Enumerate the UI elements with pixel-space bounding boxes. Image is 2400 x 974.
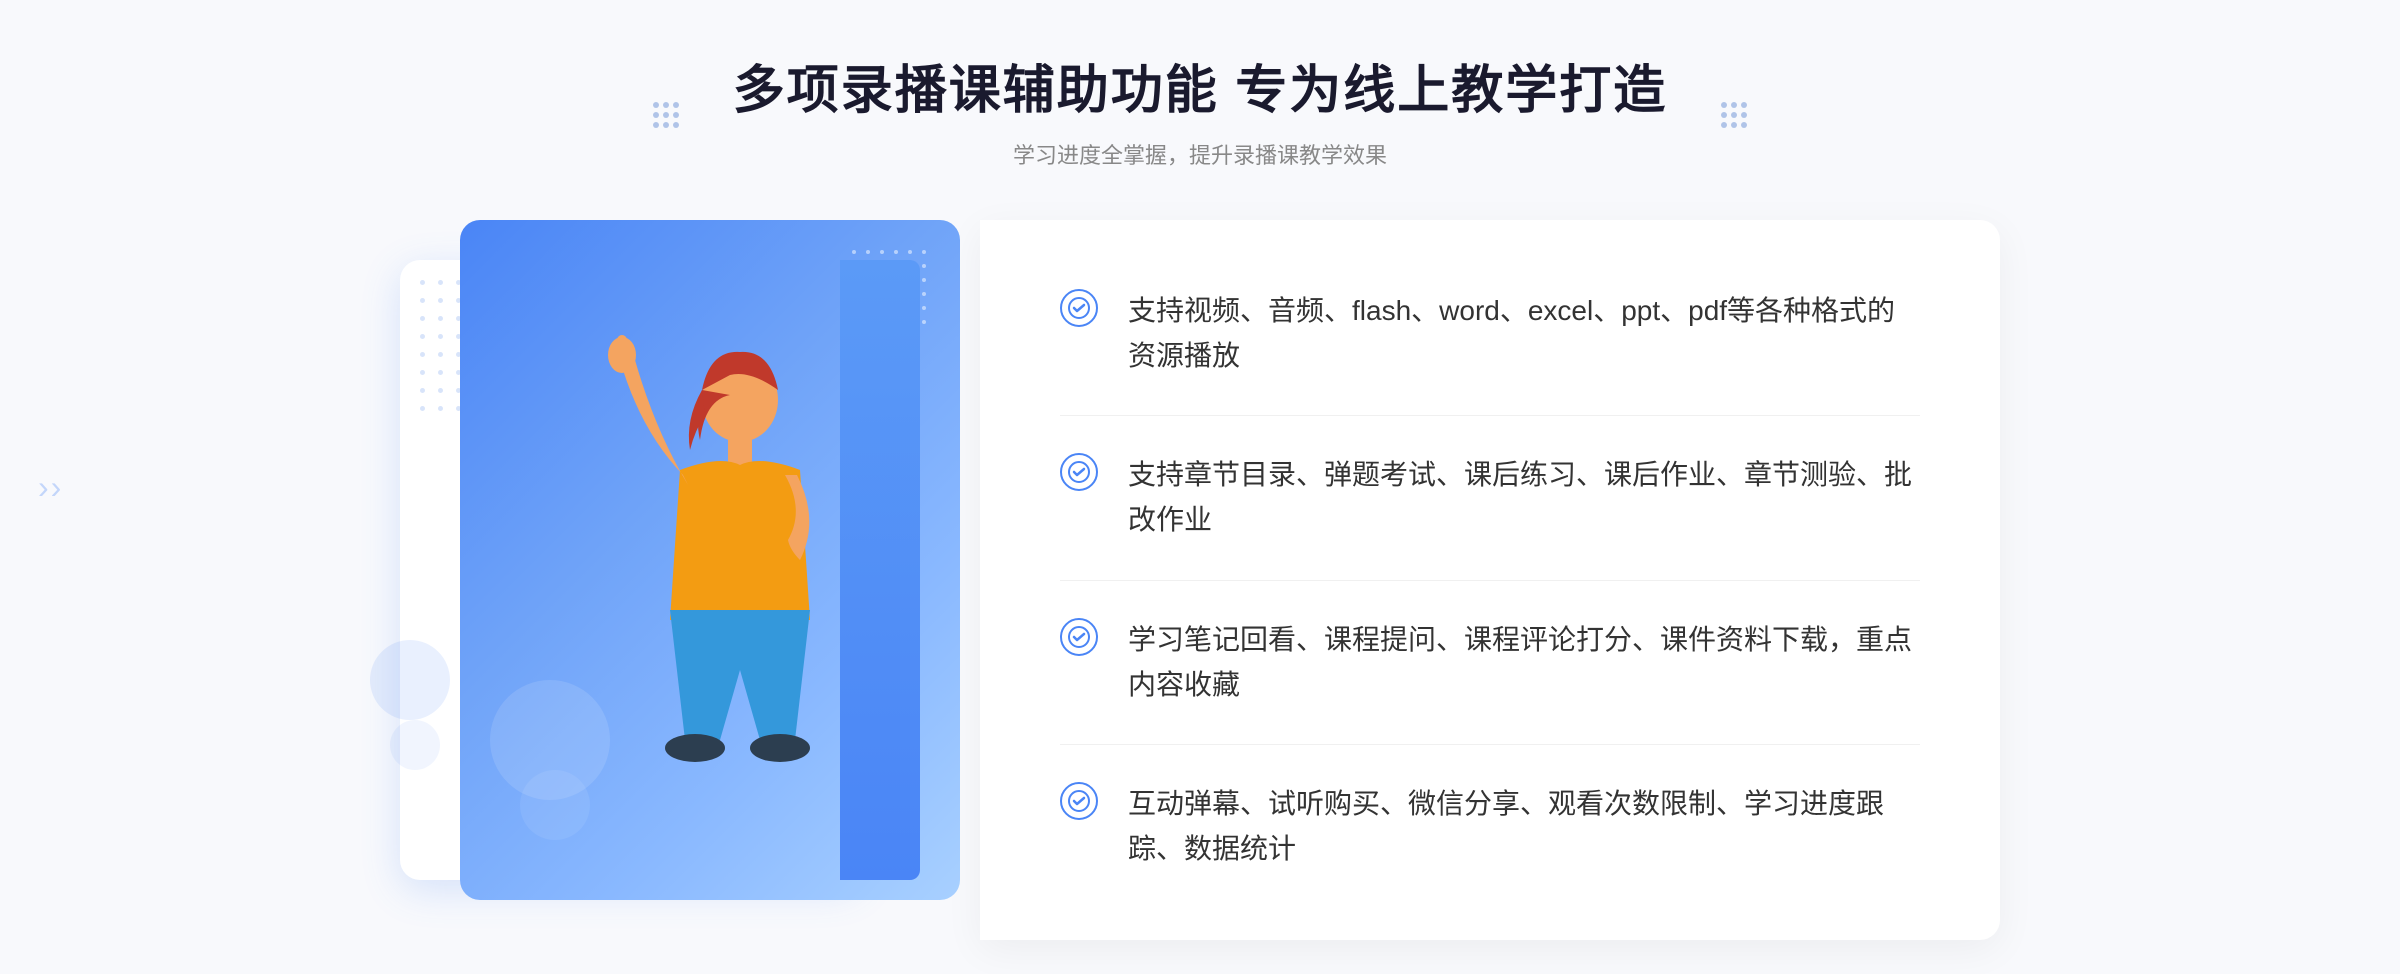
header-dots-right xyxy=(1721,102,1747,128)
check-icon-3 xyxy=(1060,618,1098,656)
divider-3 xyxy=(1060,744,1920,745)
feature-text-4: 互动弹幕、试听购买、微信分享、观看次数限制、学习进度跟踪、数据统计 xyxy=(1128,782,1920,872)
page-container: 多项录播课辅助功能 专为线上教学打造 学习进度全掌握，提升录播课教学效果 › › xyxy=(0,0,2400,974)
sub-title: 学习进度全掌握，提升录播课教学效果 xyxy=(733,138,1667,170)
features-panel: 支持视频、音频、flash、word、excel、ppt、pdf等各种格式的资源… xyxy=(980,220,2000,940)
feature-item-1: 支持视频、音频、flash、word、excel、ppt、pdf等各种格式的资源… xyxy=(1060,269,1920,399)
check-icon-2 xyxy=(1060,453,1098,491)
main-title: 多项录播课辅助功能 专为线上教学打造 xyxy=(733,60,1667,122)
divider-1 xyxy=(1060,415,1920,416)
check-icon-4 xyxy=(1060,782,1098,820)
feature-text-1: 支持视频、音频、flash、word、excel、ppt、pdf等各种格式的资源… xyxy=(1128,289,1920,379)
content-area: ✦ ✦ xyxy=(400,220,2000,940)
page-header: 多项录播课辅助功能 专为线上教学打造 学习进度全掌握，提升录播课教学效果 xyxy=(733,60,1667,170)
feature-text-2: 支持章节目录、弹题考试、课后练习、课后作业、章节测验、批改作业 xyxy=(1128,453,1920,543)
check-icon-1 xyxy=(1060,289,1098,327)
blue-stripe xyxy=(840,260,920,880)
header-dots-left xyxy=(653,102,679,128)
divider-2 xyxy=(1060,580,1920,581)
feature-text-3: 学习笔记回看、课程提问、课程评论打分、课件资料下载，重点内容收藏 xyxy=(1128,618,1920,708)
feature-item-2: 支持章节目录、弹题考试、课后练习、课后作业、章节测验、批改作业 xyxy=(1060,433,1920,563)
circle-deco-outer-1 xyxy=(370,640,450,720)
illustration-panel: ✦ ✦ xyxy=(400,220,980,920)
left-arrow-decoration: › › xyxy=(38,471,61,503)
feature-item-4: 互动弹幕、试听购买、微信分享、观看次数限制、学习进度跟踪、数据统计 xyxy=(1060,762,1920,892)
feature-item-3: 学习笔记回看、课程提问、课程评论打分、课件资料下载，重点内容收藏 xyxy=(1060,598,1920,728)
